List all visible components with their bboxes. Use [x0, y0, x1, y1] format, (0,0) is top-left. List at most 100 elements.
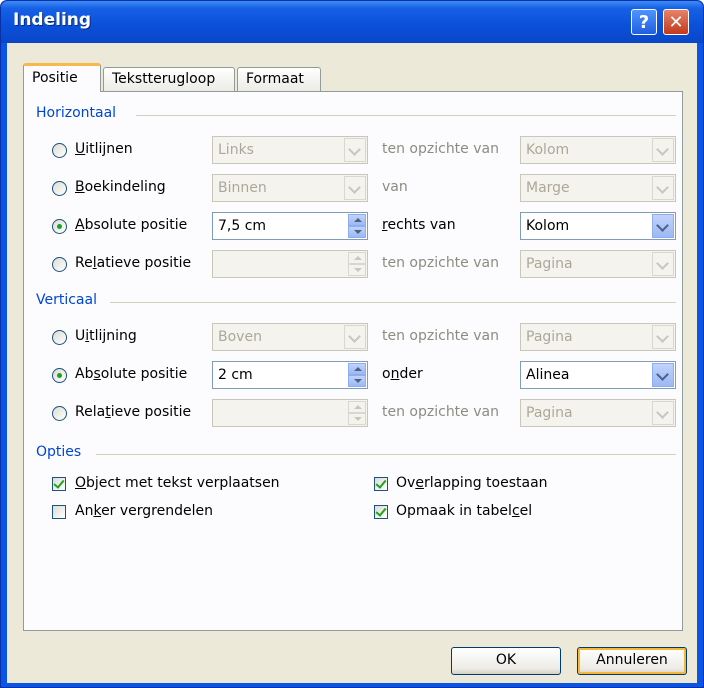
label-relative-horizontal: Relatieve positie — [75, 255, 192, 271]
tab-formaat[interactable]: Formaat — [237, 67, 321, 91]
radio-selected-dot — [57, 224, 62, 229]
dropdown-arrow — [652, 138, 674, 162]
group-divider — [110, 302, 676, 303]
title-bar[interactable]: Indeling ? ✕ — [1, 1, 703, 43]
chevron-down-icon — [656, 330, 669, 343]
label-lock-anchor: Anker vergrendelen — [75, 503, 213, 519]
tab-positie[interactable]: Positie — [23, 63, 101, 92]
dialog-window: Indeling ? ✕ Positie Tekstterugloop Form… — [0, 0, 704, 688]
checkmark-icon — [375, 505, 387, 517]
arrow-down-icon — [354, 417, 362, 421]
radio-absolute-horizontal[interactable] — [52, 219, 67, 234]
dropdown-arrow — [652, 401, 674, 425]
select-relative-to[interactable]: Pagina — [520, 399, 676, 427]
spin-down-button — [348, 264, 366, 276]
chevron-down-icon — [656, 368, 669, 381]
arrow-up-icon — [354, 218, 362, 222]
dropdown-arrow — [652, 325, 674, 349]
question-icon: ? — [638, 12, 650, 33]
spin-up-button — [348, 252, 366, 264]
window-title: Indeling — [13, 10, 92, 30]
radio-uitlijnen[interactable] — [52, 143, 67, 158]
label-uitlijnen: Uitlijnen — [75, 141, 133, 157]
chevron-down-icon — [656, 257, 669, 270]
group-divider — [136, 115, 676, 116]
relation-label: ten opzichte van — [382, 328, 499, 344]
ok-button[interactable]: OK — [451, 647, 561, 675]
chevron-down-icon — [656, 219, 669, 232]
spin-buttons[interactable] — [348, 363, 366, 387]
spin-down-button[interactable] — [348, 375, 366, 387]
dropdown-arrow[interactable] — [652, 363, 674, 387]
dropdown-arrow[interactable] — [652, 214, 674, 238]
select-vertical-relative[interactable]: Alinea — [520, 361, 676, 389]
select-uitlijnen[interactable]: Links — [212, 136, 368, 164]
checkbox-layout-in-cell[interactable] — [374, 505, 388, 519]
dropdown-arrow — [652, 176, 674, 200]
dropdown-arrow — [652, 252, 674, 276]
spin-buttons[interactable] — [348, 214, 366, 238]
tab-panel-positie: Horizontaal Uitlijnen Links ten opzichte… — [23, 91, 683, 631]
checkmark-icon — [375, 477, 387, 489]
spin-down-button — [348, 413, 366, 425]
checkbox-allow-overlap[interactable] — [374, 477, 388, 491]
tab-label: Formaat — [246, 71, 304, 87]
select-relative-to[interactable]: Pagina — [520, 323, 676, 351]
chevron-down-icon — [348, 181, 361, 194]
dropdown-arrow — [344, 138, 366, 162]
spin-buttons — [348, 401, 366, 425]
group-options-label: Opties — [36, 444, 82, 460]
radio-relative-horizontal[interactable] — [52, 257, 67, 272]
label-move-object: Object met tekst verplaatsen — [75, 475, 280, 491]
select-boekindeling[interactable]: Binnen — [212, 174, 368, 202]
checkbox-lock-anchor[interactable] — [52, 505, 66, 519]
radio-selected-dot — [57, 373, 62, 378]
select-relative-to[interactable]: Pagina — [520, 250, 676, 278]
vertical-position-input[interactable]: 2 cm — [212, 361, 368, 389]
tab-label: Tekstterugloop — [112, 71, 216, 87]
chevron-down-icon — [348, 143, 361, 156]
label-absolute-vertical: Absolute positie — [75, 366, 188, 382]
chevron-down-icon — [656, 181, 669, 194]
help-button[interactable]: ? — [631, 9, 657, 35]
radio-uitlijning[interactable] — [52, 330, 67, 345]
cancel-button[interactable]: Annuleren — [577, 647, 687, 675]
label-allow-overlap: Overlapping toestaan — [396, 475, 548, 491]
radio-relative-vertical[interactable] — [52, 406, 67, 421]
relative-horizontal-input[interactable] — [212, 250, 368, 278]
label-absolute-horizontal: Absolute positie — [75, 217, 188, 233]
chevron-down-icon — [656, 143, 669, 156]
group-horizontal-label: Horizontaal — [36, 105, 117, 121]
spin-up-button[interactable] — [348, 214, 366, 226]
relation-label: rechts van — [382, 217, 456, 233]
horizontal-position-input[interactable]: 7,5 cm — [212, 212, 368, 240]
checkbox-move-object[interactable] — [52, 477, 66, 491]
chevron-down-icon — [656, 406, 669, 419]
label-uitlijning: Uitlijning — [75, 328, 137, 344]
select-relative-to[interactable]: Kolom — [520, 136, 676, 164]
radio-boekindeling[interactable] — [52, 181, 67, 196]
tab-label: Positie — [32, 70, 78, 86]
spin-up-button — [348, 401, 366, 413]
select-uitlijning[interactable]: Boven — [212, 323, 368, 351]
close-icon: ✕ — [668, 12, 684, 33]
relation-label: ten opzichte van — [382, 404, 499, 420]
arrow-down-icon — [354, 230, 362, 234]
radio-absolute-vertical[interactable] — [52, 368, 67, 383]
select-horizontal-relative[interactable]: Kolom — [520, 212, 676, 240]
arrow-up-icon — [354, 256, 362, 260]
spin-down-button[interactable] — [348, 226, 366, 238]
spin-up-button[interactable] — [348, 363, 366, 375]
arrow-up-icon — [354, 367, 362, 371]
label-boekindeling: Boekindeling — [75, 179, 166, 195]
close-button[interactable]: ✕ — [663, 9, 689, 35]
tab-tekstterugloop[interactable]: Tekstterugloop — [103, 67, 235, 91]
relative-vertical-input[interactable] — [212, 399, 368, 427]
group-divider — [96, 454, 676, 455]
group-vertical-label: Verticaal — [36, 292, 97, 308]
label-layout-in-cell: Opmaak in tabelcel — [396, 503, 533, 519]
arrow-down-icon — [354, 268, 362, 272]
relation-label: ten opzichte van — [382, 255, 499, 271]
checkmark-icon — [53, 477, 65, 489]
select-relative-to[interactable]: Marge — [520, 174, 676, 202]
